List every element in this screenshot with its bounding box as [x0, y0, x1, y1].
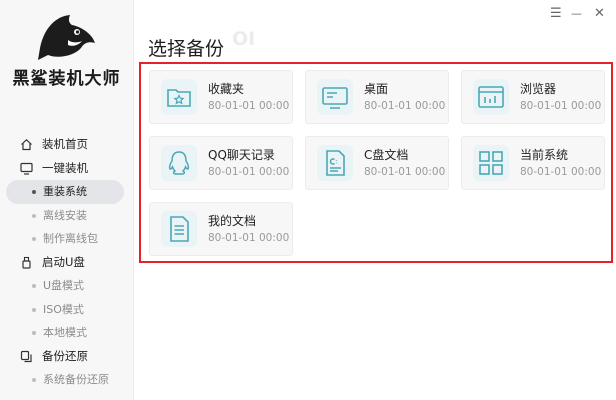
sidebar-item-label: ISO模式 — [43, 302, 84, 316]
sidebar-item-iso-mode[interactable]: ISO模式 — [0, 298, 133, 322]
backup-card-name: 当前系统 — [520, 148, 569, 162]
usb-icon — [22, 256, 31, 269]
backup-card-date: 80-01-01 00:00 — [520, 100, 602, 112]
sidebar: 黑鲨装机大师 装机首页 一键装机 重装系统 离线安装 制作离线包 启动U盘 U盘… — [0, 0, 134, 400]
sidebar-item-offline-install[interactable]: 离线安装 — [0, 204, 133, 228]
sidebar-item-usb-mode[interactable]: U盘模式 — [0, 274, 133, 298]
nav-section-label: 启动U盘 — [42, 254, 85, 269]
sidebar-item-label: 重装系统 — [43, 185, 87, 198]
sidebar-item-local-mode[interactable]: 本地模式 — [0, 321, 133, 345]
copy-icon — [20, 350, 32, 362]
nav-section-home[interactable]: 装机首页 — [0, 133, 133, 157]
backup-card-c-drive-docs[interactable]: C盘文档 80-01-01 00:00 — [305, 136, 449, 190]
sidebar-item-system-backup-restore[interactable]: 系统备份还原 — [0, 368, 133, 392]
backup-card-desktop[interactable]: 桌面 80-01-01 00:00 — [305, 70, 449, 124]
desktop-icon — [317, 79, 353, 115]
system-grid-icon — [473, 145, 509, 181]
favorites-folder-icon — [161, 79, 197, 115]
minimize-button[interactable]: — — [571, 7, 582, 21]
app-name: 黑鲨装机大师 — [12, 69, 121, 89]
menu-button[interactable]: ☰ — [550, 7, 562, 21]
nav-section-label: 一键装机 — [42, 160, 88, 175]
nav-section-label: 装机首页 — [42, 137, 88, 151]
sidebar-item-reinstall-system[interactable]: 重装系统 — [6, 180, 124, 204]
sidebar-item-label: 系统备份还原 — [43, 373, 109, 386]
nav-section-boot-usb[interactable]: 启动U盘 — [0, 251, 133, 275]
sidebar-item-make-offline-package[interactable]: 制作离线包 — [0, 227, 133, 251]
backup-card-my-documents[interactable]: 我的文档 80-01-01 00:00 — [149, 202, 293, 256]
backup-card-name: 浏览器 — [520, 82, 557, 96]
nav-section-label: 备份还原 — [42, 348, 88, 363]
c-drive-document-icon — [317, 145, 353, 181]
backup-card-date: 80-01-01 00:00 — [364, 166, 446, 178]
backup-card-name: C盘文档 — [364, 148, 409, 162]
sidebar-item-label: U盘模式 — [43, 279, 85, 292]
home-icon — [21, 138, 32, 151]
sidebar-item-label: 本地模式 — [43, 326, 87, 339]
backup-card-date: 80-01-01 00:00 — [208, 166, 290, 178]
shark-logo-icon — [37, 15, 95, 60]
backup-card-qq-chat[interactable]: QQ聊天记录 80-01-01 00:00 — [149, 136, 293, 190]
document-icon — [161, 211, 197, 247]
bullet-icon — [32, 237, 36, 241]
bullet-icon — [32, 378, 36, 382]
close-button[interactable]: ✕ — [594, 7, 605, 21]
backup-card-name: QQ聊天记录 — [208, 148, 275, 162]
qq-icon — [161, 145, 197, 181]
backup-card-current-system[interactable]: 当前系统 80-01-01 00:00 — [461, 136, 605, 190]
backup-card-favorites[interactable]: 收藏夹 80-01-01 00:00 — [149, 70, 293, 124]
bullet-icon — [32, 331, 36, 335]
backup-card-date: 80-01-01 00:00 — [520, 166, 602, 178]
backup-card-name: 桌面 — [364, 82, 389, 96]
monitor-icon — [20, 162, 33, 175]
backup-card-date: 80-01-01 00:00 — [364, 100, 446, 112]
bullet-icon — [32, 213, 36, 218]
backup-card-date: 80-01-01 00:00 — [208, 232, 290, 244]
sidebar-item-label: 制作离线包 — [43, 232, 98, 245]
bullet-icon — [32, 190, 36, 194]
backup-card-browser[interactable]: 浏览器 80-01-01 00:00 — [461, 70, 605, 124]
app-logo: 黑鲨装机大师 — [0, 10, 133, 89]
sidebar-item-label: 离线安装 — [43, 208, 87, 222]
bullet-icon — [32, 307, 36, 312]
page-title: 选择备份 — [148, 38, 225, 60]
backup-card-name: 收藏夹 — [208, 82, 245, 96]
bullet-icon — [32, 284, 36, 288]
backup-card-name: 我的文档 — [208, 214, 257, 228]
backup-card-date: 80-01-01 00:00 — [208, 100, 290, 112]
watermark-text: OI — [232, 28, 256, 50]
nav-section-one-click-install[interactable]: 一键装机 — [0, 157, 133, 181]
nav-section-backup-restore[interactable]: 备份还原 — [0, 345, 133, 369]
sidebar-nav: 装机首页 一键装机 重装系统 离线安装 制作离线包 启动U盘 U盘模式 ISO模… — [0, 133, 133, 392]
browser-icon — [473, 79, 509, 115]
